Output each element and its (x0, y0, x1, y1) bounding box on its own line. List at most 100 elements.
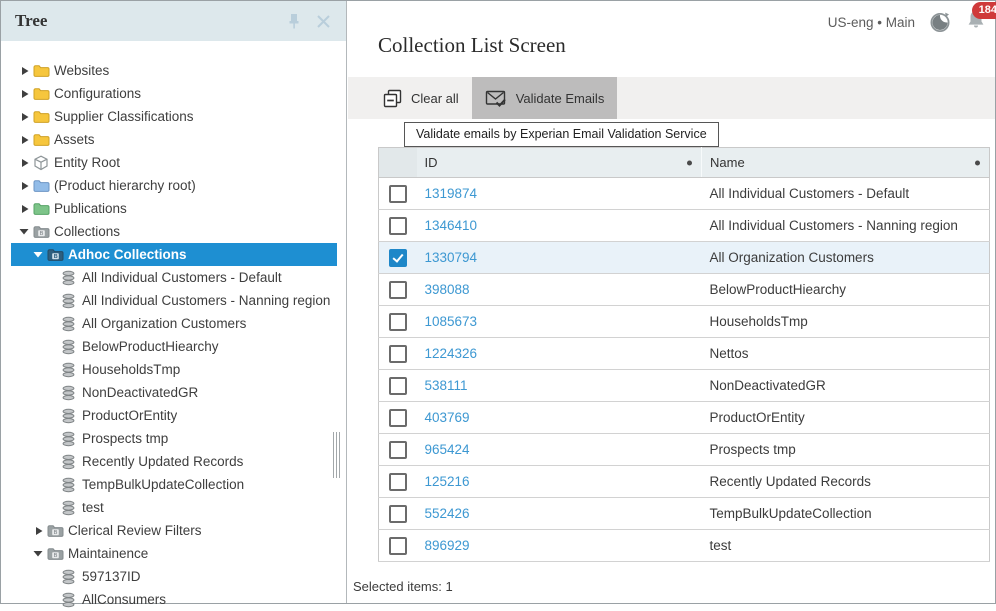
name-cell: All Organization Customers (702, 242, 990, 274)
row-checkbox[interactable] (389, 217, 407, 235)
tree-item-label: test (82, 500, 104, 515)
expand-arrow-icon[interactable] (15, 65, 33, 77)
tree-item-clerical-review-filters[interactable]: BClerical Review Filters (11, 519, 337, 542)
tree-item-all-organization-customers[interactable]: All Organization Customers (11, 312, 337, 335)
expand-arrow-icon[interactable] (15, 111, 33, 123)
db-icon (61, 431, 82, 447)
table-row[interactable]: 896929test (379, 530, 990, 562)
id-cell: 1330794 (417, 242, 702, 274)
collapse-arrow-icon[interactable] (29, 249, 47, 260)
name-column-menu-dot[interactable] (975, 160, 980, 165)
table-row[interactable]: 552426TempBulkUpdateCollection (379, 498, 990, 530)
folder-yellow-icon (33, 132, 54, 148)
record-id-link[interactable]: 1319874 (425, 186, 478, 201)
tree-item-maintainence[interactable]: BMaintainence (11, 542, 337, 565)
tree-item-label: Collections (54, 224, 120, 239)
row-checkbox[interactable] (389, 377, 407, 395)
panel-splitter-grip[interactable] (333, 432, 340, 478)
expand-arrow-icon[interactable] (15, 157, 33, 169)
toolbar: Clear all Validate Emails (348, 77, 995, 119)
locale-env-label: US-eng • Main (828, 15, 915, 30)
name-cell: All Individual Customers - Nanning regio… (702, 210, 990, 242)
row-checkbox[interactable] (389, 185, 407, 203)
id-column-header[interactable]: ID (417, 148, 702, 178)
tree-item-label: Supplier Classifications (54, 109, 194, 124)
tree-item-allconsumers[interactable]: AllConsumers (11, 588, 337, 611)
table-row[interactable]: 1346410 All Individual Customers - Nannin… (379, 210, 990, 242)
tree-item-recently-updated-records[interactable]: Recently Updated Records (11, 450, 337, 473)
tree-item-test[interactable]: test (11, 496, 337, 519)
row-checkbox[interactable] (389, 537, 407, 555)
table-row[interactable]: 965424Prospects tmp (379, 434, 990, 466)
record-id-link[interactable]: 398088 (425, 282, 470, 297)
expand-arrow-icon[interactable] (29, 525, 47, 537)
close-icon[interactable] (315, 13, 332, 30)
tree-item-adhoc-collections[interactable]: BAdhoc Collections (11, 243, 337, 266)
expand-arrow-icon[interactable] (15, 88, 33, 100)
expand-arrow-icon[interactable] (15, 180, 33, 192)
tree-item-all-individual-customers-default[interactable]: All Individual Customers - Default (11, 266, 337, 289)
row-checkbox[interactable] (389, 409, 407, 427)
row-checkbox[interactable] (389, 345, 407, 363)
tree-item-nondeactivatedgr[interactable]: NonDeactivatedGR (11, 381, 337, 404)
record-id-link[interactable]: 1085673 (425, 314, 478, 329)
tree-item-label: ProductOrEntity (82, 408, 177, 423)
tree-item-assets[interactable]: Assets (11, 128, 337, 151)
tree-item-websites[interactable]: Websites (11, 59, 337, 82)
id-cell: 1346410 (417, 210, 702, 242)
row-checkbox[interactable] (389, 313, 407, 331)
row-checkbox[interactable] (389, 505, 407, 523)
notifications-bell[interactable]: 184 (965, 8, 987, 36)
folder-db-icon: B (33, 224, 54, 240)
row-checkbox[interactable] (389, 441, 407, 459)
table-row[interactable]: 1224326Nettos (379, 338, 990, 370)
validate-emails-button[interactable]: Validate Emails (472, 77, 618, 119)
record-id-link[interactable]: 552426 (425, 506, 470, 521)
table-row[interactable]: 1319874All Individual Customers - Defaul… (379, 178, 990, 210)
folder-db-icon: B (47, 523, 68, 539)
table-row[interactable]: 403769ProductOrEntity (379, 402, 990, 434)
record-id-link[interactable]: 1346410 (425, 218, 478, 233)
record-id-link[interactable]: 1224326 (425, 346, 478, 361)
record-id-link[interactable]: 965424 (425, 442, 470, 457)
tree-item-prospects-tmp[interactable]: Prospects tmp (11, 427, 337, 450)
row-checkbox-checked[interactable] (389, 249, 407, 267)
tree-item-tempbulkupdatecollection[interactable]: TempBulkUpdateCollection (11, 473, 337, 496)
tree-item-collections[interactable]: BCollections (11, 220, 337, 243)
tree-item-597137id[interactable]: 597137ID (11, 565, 337, 588)
table-row[interactable]: 125216Recently Updated Records (379, 466, 990, 498)
record-id-link[interactable]: 896929 (425, 538, 470, 553)
table-row[interactable]: 538111NonDeactivatedGR (379, 370, 990, 402)
expand-arrow-icon[interactable] (15, 134, 33, 146)
collapse-arrow-icon[interactable] (15, 226, 33, 237)
table-row[interactable]: 398088BelowProductHiearchy (379, 274, 990, 306)
table-row[interactable]: 1085673HouseholdsTmp (379, 306, 990, 338)
tree-item-product-hierarchy-root[interactable]: (Product hierarchy root) (11, 174, 337, 197)
tree-item-belowproducthiearchy[interactable]: BelowProductHiearchy (11, 335, 337, 358)
record-id-link[interactable]: 403769 (425, 410, 470, 425)
row-checkbox[interactable] (389, 473, 407, 491)
id-cell: 1319874 (417, 178, 702, 210)
tree-item-label: Prospects tmp (82, 431, 168, 446)
tree-item-entity-root[interactable]: Entity Root (11, 151, 337, 174)
name-column-header[interactable]: Name (702, 148, 990, 178)
id-column-menu-dot[interactable] (687, 160, 692, 165)
row-checkbox[interactable] (389, 281, 407, 299)
tree-item-label: 597137ID (82, 569, 141, 584)
expand-arrow-icon[interactable] (15, 203, 33, 215)
tree-item-configurations[interactable]: Configurations (11, 82, 337, 105)
record-id-link[interactable]: 125216 (425, 474, 470, 489)
tree-item-supplier-classifications[interactable]: Supplier Classifications (11, 105, 337, 128)
clear-all-button[interactable]: Clear all (370, 77, 472, 119)
record-id-link[interactable]: 538111 (425, 378, 468, 393)
tree-item-all-individual-customers-nanning-region[interactable]: All Individual Customers - Nanning regio… (11, 289, 337, 312)
recent-activity-icon[interactable] (928, 10, 952, 34)
tree-item-productorentity[interactable]: ProductOrEntity (11, 404, 337, 427)
pin-icon[interactable] (285, 12, 303, 30)
collapse-arrow-icon[interactable] (29, 548, 47, 559)
record-id-link[interactable]: 1330794 (425, 250, 478, 265)
tree-item-label: All Individual Customers - Nanning regio… (82, 293, 330, 308)
tree-item-publications[interactable]: Publications (11, 197, 337, 220)
tree-item-householdstmp[interactable]: HouseholdsTmp (11, 358, 337, 381)
table-row[interactable]: 1330794 All Organization Customers (379, 242, 990, 274)
